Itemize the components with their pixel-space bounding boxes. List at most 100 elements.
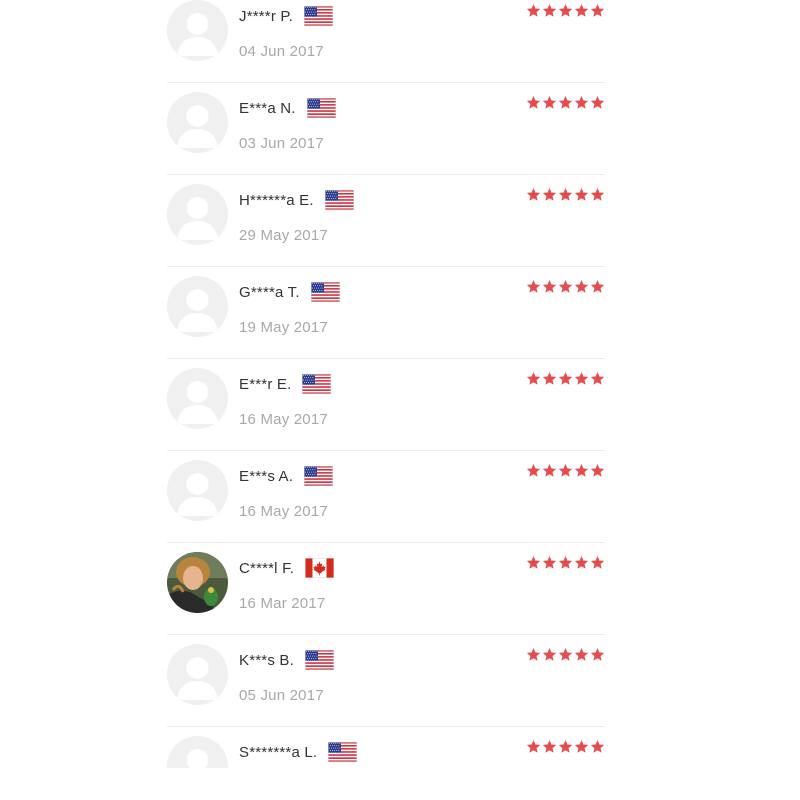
default-avatar-icon	[167, 276, 228, 337]
reviewer-line: J****r P.	[239, 5, 334, 27]
us-flag-icon	[302, 374, 332, 394]
review-date: 04 Jun 2017	[239, 43, 324, 60]
star-icon	[558, 740, 573, 754]
star-icon	[590, 648, 605, 662]
review-date: 16 Mar 2017	[239, 595, 326, 612]
review-item: H******a E. 29 May 2017	[167, 175, 605, 267]
reviewer-name: S*******a L.	[239, 743, 318, 761]
star-icon	[574, 96, 589, 110]
star-icon	[542, 740, 557, 754]
reviewer-name: G****a T.	[239, 283, 300, 301]
star-icon	[558, 372, 573, 386]
review-date: 19 May 2017	[239, 319, 328, 336]
star-icon	[558, 556, 573, 570]
review-item: K***s B. 05 Jun 2017	[167, 635, 605, 727]
star-icon	[542, 556, 557, 570]
review-date: 16 May 2017	[239, 411, 328, 428]
reviewer-line: C****l F.	[239, 557, 335, 579]
star-icon	[574, 188, 589, 202]
star-icon	[526, 188, 541, 202]
star-icon	[558, 188, 573, 202]
star-icon	[526, 464, 541, 478]
star-icon	[574, 4, 589, 18]
review-item: E***r E. 16 May 2017	[167, 359, 605, 451]
default-avatar-icon	[167, 644, 228, 705]
reviewer-name: E***r E.	[239, 375, 292, 393]
reviewer-name: C****l F.	[239, 559, 295, 577]
reviewer-name: E***s A.	[239, 467, 294, 485]
star-icon	[542, 648, 557, 662]
us-flag-icon	[306, 98, 336, 118]
star-icon	[574, 648, 589, 662]
review-item: G****a T. 19 May 2017	[167, 267, 605, 359]
star-icon	[574, 464, 589, 478]
star-rating	[526, 372, 605, 386]
star-icon	[590, 96, 605, 110]
star-icon	[542, 280, 557, 294]
reviewer-line: E***r E.	[239, 373, 332, 395]
us-flag-icon	[328, 742, 358, 762]
star-icon	[574, 280, 589, 294]
reviewer-line: K***s B.	[239, 649, 334, 671]
review-item: E***a N. 03 Jun 2017	[167, 83, 605, 175]
star-icon	[542, 188, 557, 202]
reviewer-name: J****r P.	[239, 7, 294, 25]
star-icon	[526, 372, 541, 386]
star-icon	[574, 372, 589, 386]
star-rating	[526, 4, 605, 18]
star-icon	[558, 280, 573, 294]
star-rating	[526, 648, 605, 662]
review-item: S*******a L.	[167, 727, 605, 768]
star-rating	[526, 96, 605, 110]
star-icon	[590, 464, 605, 478]
star-icon	[590, 372, 605, 386]
review-date: 16 May 2017	[239, 503, 328, 520]
us-flag-icon	[304, 650, 334, 670]
us-flag-icon	[304, 6, 334, 26]
star-icon	[590, 280, 605, 294]
reviews-viewport[interactable]: J****r P. 04 Jun 2017 E***a N. 03 Jun 2017 H…	[0, 0, 800, 768]
star-rating	[526, 464, 605, 478]
star-icon	[542, 96, 557, 110]
star-icon	[542, 464, 557, 478]
star-rating	[526, 556, 605, 570]
star-icon	[526, 280, 541, 294]
canada-flag-icon	[305, 558, 335, 578]
star-icon	[590, 556, 605, 570]
star-rating	[526, 188, 605, 202]
star-icon	[558, 648, 573, 662]
reviewer-line: S*******a L.	[239, 741, 358, 763]
star-icon	[542, 372, 557, 386]
reviewer-line: H******a E.	[239, 189, 354, 211]
reviewer-name: E***a N.	[239, 99, 296, 117]
star-icon	[526, 740, 541, 754]
star-icon	[590, 740, 605, 754]
star-icon	[526, 96, 541, 110]
reviewer-name: H******a E.	[239, 191, 314, 209]
review-item: E***s A. 16 May 2017	[167, 451, 605, 543]
review-date: 29 May 2017	[239, 227, 328, 244]
review-item: C****l F. 16 Mar 2017	[167, 543, 605, 635]
us-flag-icon	[304, 466, 334, 486]
star-icon	[574, 740, 589, 754]
star-icon	[558, 96, 573, 110]
star-rating	[526, 740, 605, 754]
default-avatar-icon	[167, 0, 228, 61]
review-item: J****r P. 04 Jun 2017	[167, 0, 605, 83]
review-date: 03 Jun 2017	[239, 135, 324, 152]
default-avatar-icon	[167, 184, 228, 245]
star-icon	[590, 4, 605, 18]
star-icon	[558, 464, 573, 478]
star-rating	[526, 280, 605, 294]
reviewer-name: K***s B.	[239, 651, 294, 669]
star-icon	[574, 556, 589, 570]
review-date: 05 Jun 2017	[239, 687, 324, 704]
reviewer-line: E***s A.	[239, 465, 334, 487]
user-avatar-photo	[167, 552, 228, 613]
us-flag-icon	[310, 282, 340, 302]
star-icon	[526, 648, 541, 662]
star-icon	[542, 4, 557, 18]
reviewer-line: G****a T.	[239, 281, 340, 303]
default-avatar-icon	[167, 736, 228, 768]
review-list: J****r P. 04 Jun 2017 E***a N. 03 Jun 2017 H…	[167, 0, 605, 768]
